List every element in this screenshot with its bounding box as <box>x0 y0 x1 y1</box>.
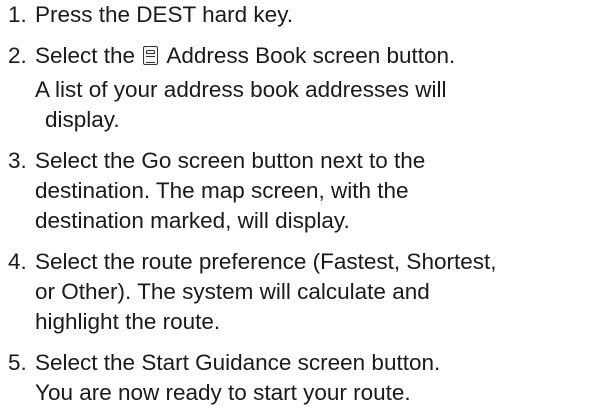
step-4: 4. Select the route preference (Fastest,… <box>8 247 596 337</box>
step-text: Press the DEST hard key. <box>35 2 294 27</box>
step-3: 3. Select the Go screen button next to t… <box>8 146 596 236</box>
step-5: 5. Select the Start Guidance screen butt… <box>8 348 596 408</box>
step-text: destination. The map screen, with the <box>35 178 409 203</box>
step-text-after-icon: Address Book screen button. <box>166 43 456 68</box>
step-text: Select the Go screen button next to the <box>35 148 426 173</box>
step-text: Select the Start Guidance screen button. <box>35 350 441 375</box>
note-text: display. <box>45 107 120 132</box>
step-text: Select the route preference (Fastest, Sh… <box>35 249 497 274</box>
step-text: You are now ready to start your route. <box>35 380 411 405</box>
step-text: destination marked, will display. <box>35 208 350 233</box>
step-number: 5. <box>8 350 27 375</box>
step-text-before-icon: Select the <box>35 43 136 68</box>
step-2: 2. Select the Address Book screen button… <box>8 41 596 71</box>
step-number: 2. <box>8 43 27 68</box>
step-text: Select the Address Book screen button. <box>35 41 596 71</box>
address-book-icon <box>143 46 159 65</box>
step-1: 1. Press the DEST hard key. <box>8 0 596 30</box>
step-number: 1. <box>8 2 27 27</box>
step-number: 3. <box>8 148 27 173</box>
step-number: 4. <box>8 249 27 274</box>
instruction-list: 1. Press the DEST hard key. 2. Select th… <box>8 0 596 419</box>
step-2-result-note: A list of your address book addresses wi… <box>8 75 596 135</box>
step-text: highlight the route. <box>35 309 221 334</box>
note-text: A list of your address book addresses wi… <box>35 77 447 102</box>
step-text: or Other). The system will calculate and <box>35 279 430 304</box>
